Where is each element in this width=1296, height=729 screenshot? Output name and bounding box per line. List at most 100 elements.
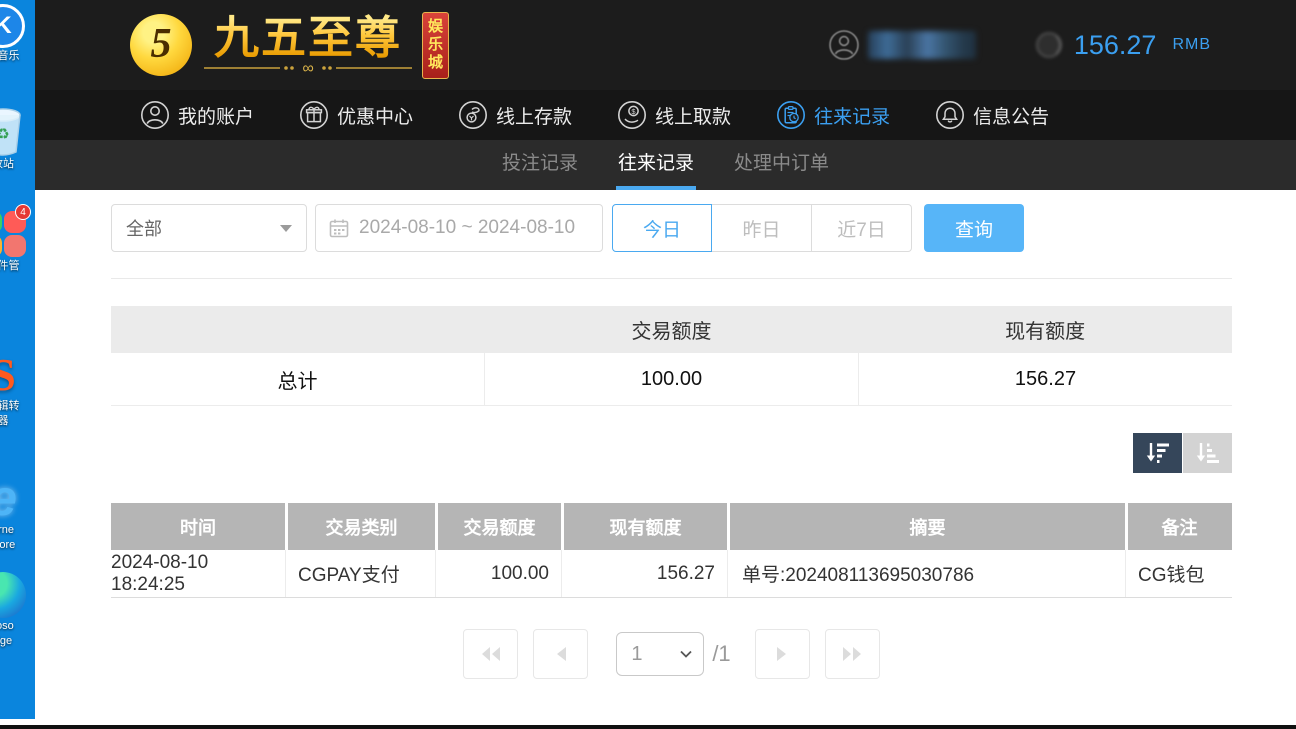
sort-controls [111,433,1232,473]
internet-explorer-icon: e [0,474,35,522]
desktop-icon-recycle-bin[interactable]: ♻ 收站 [0,106,35,171]
last-7-days-button[interactable]: 近7日 [812,204,912,252]
logo-flourish-ornament: ∞ [202,60,414,76]
desktop-icon-converter[interactable]: S 编辑转 器 [0,352,35,428]
nav-item-announcements[interactable]: 信息公告 [935,100,1049,130]
desktop-icon-file-manager[interactable]: 4 文件管 [0,210,35,273]
nav-item-online-deposit[interactable]: 线上存款 [458,100,572,130]
nav-item-online-withdrawal[interactable]: $ 线上取款 [617,100,731,130]
desktop-icon-label: olore [0,539,35,552]
bell-icon [935,100,965,130]
logo-title: 九五至尊 [214,14,402,62]
sort-ascending-button[interactable] [1183,433,1232,473]
cell-type: CGPAY支付 [285,550,435,597]
nav-label: 我的账户 [178,102,254,129]
first-page-button[interactable] [463,629,518,679]
user-account-chip[interactable] [828,29,976,61]
tab-transaction-records[interactable]: 往来记录 [616,140,696,190]
records-table: 时间 交易类别 交易额度 现有额度 摘要 备注 2024-08-10 18:24… [111,503,1232,598]
page-total: /1 [712,641,730,667]
username-blurred [868,31,976,59]
records-subnav: 投注记录 往来记录 处理中订单 [35,140,1296,190]
page-select[interactable]: 1 [616,632,704,676]
nav-label: 优惠中心 [337,102,413,129]
site-logo[interactable]: 5 九五至尊 ∞ 娱乐城 [130,12,449,79]
last-page-button[interactable] [825,629,880,679]
query-button[interactable]: 查询 [924,204,1024,252]
gift-icon [299,100,329,130]
sort-descending-icon [1144,441,1172,465]
nav-label: 线上存款 [496,102,572,129]
microsoft-edge-icon [0,572,26,618]
recycle-bin-icon: ♻ [0,106,25,156]
date-range-picker[interactable]: 2024-08-10 ~ 2024-08-10 [315,204,603,252]
today-button[interactable]: 今日 [612,204,712,252]
desktop-icon-music[interactable]: K 向音乐 [0,4,35,63]
records-table-header: 时间 交易类别 交易额度 现有额度 摘要 备注 [111,503,1232,550]
site-header: 5 九五至尊 ∞ 娱乐城 [35,0,1296,90]
nav-item-my-account[interactable]: 我的账户 [140,100,254,130]
chevron-down-icon [280,225,292,232]
desktop-icon-label: dge [0,635,35,648]
nav-label: 信息公告 [973,102,1049,129]
withdraw-icon: $ [617,100,647,130]
summary-header-transaction: 交易额度 [485,306,859,353]
desktop-icon-label: 文件管 [0,260,35,273]
nav-label: 往来记录 [814,102,890,129]
date-range-value: 2024-08-10 ~ 2024-08-10 [359,217,575,239]
page-select-value: 1 [631,643,642,666]
nav-item-promotions[interactable]: 优惠中心 [299,100,413,130]
header-amount: 交易额度 [435,503,561,550]
svg-text:∞: ∞ [302,60,313,76]
summary-table: 交易额度 现有额度 总计 100.00 156.27 [111,306,1232,406]
user-avatar-icon [828,29,860,61]
user-icon [140,100,170,130]
desktop-icon-label: 向音乐 [0,50,35,63]
double-left-arrow-icon [479,646,503,662]
sort-descending-button[interactable] [1133,433,1182,473]
wallet-icon [1034,30,1064,60]
summary-total-balance: 156.27 [858,353,1232,405]
desktop-icon-microsoft-edge[interactable]: roso dge [0,572,35,648]
desktop-icon-internet-explorer[interactable]: e erne olore [0,474,35,552]
summary-total-transaction: 100.00 [484,353,858,405]
quick-date-group: 今日 昨日 近7日 [612,204,912,252]
browser-content: 5 九五至尊 ∞ 娱乐城 [35,0,1296,725]
primary-nav: 我的账户 优惠中心 线上存款 $ [35,90,1296,140]
double-right-arrow-icon [840,646,864,662]
tab-betting-records[interactable]: 投注记录 [500,140,580,190]
table-row: 2024-08-10 18:24:25 CGPAY支付 100.00 156.2… [111,550,1232,598]
previous-page-button[interactable] [533,629,588,679]
logo-badge: 娱乐城 [422,12,449,79]
summary-table-header: 交易额度 现有额度 [111,306,1232,353]
nav-item-transaction-records[interactable]: 往来记录 [776,100,890,130]
logo-circle-icon: 5 [130,14,192,76]
pagination: 1 /1 [111,629,1232,679]
header-time: 时间 [111,503,285,550]
desktop-icon-label: 器 [0,415,35,428]
wallet-balance[interactable]: 156.27 RMB [1034,30,1211,61]
notification-badge: 4 [15,204,31,220]
header-summary: 摘要 [727,503,1125,550]
music-app-icon: K [0,4,25,48]
desktop-icon-label: roso [0,620,35,633]
left-arrow-icon [554,646,568,662]
windows-desktop-strip: K 向音乐 ♻ 收站 4 文件管 S 编辑转 器 e erne olore ro… [0,0,35,719]
desktop-icon-label: erne [0,524,35,537]
next-page-button[interactable] [755,629,810,679]
yesterday-button[interactable]: 昨日 [712,204,812,252]
summary-total-label: 总计 [111,353,484,405]
tab-processing-orders[interactable]: 处理中订单 [732,140,831,190]
cell-remark: CG钱包 [1125,550,1231,597]
desktop-icon-label: 编辑转 [0,400,35,413]
summary-total-row: 总计 100.00 156.27 [111,353,1232,406]
window-bottom-edge [0,725,1296,729]
chevron-down-icon [679,649,693,659]
transaction-type-select[interactable]: 全部 [111,204,307,252]
balance-currency: RMB [1172,36,1211,54]
cell-amount: 100.00 [435,550,561,597]
type-select-value: 全部 [126,215,162,241]
file-manager-icon: 4 [0,210,27,258]
header-balance: 现有额度 [561,503,727,550]
header-remark: 备注 [1125,503,1231,550]
